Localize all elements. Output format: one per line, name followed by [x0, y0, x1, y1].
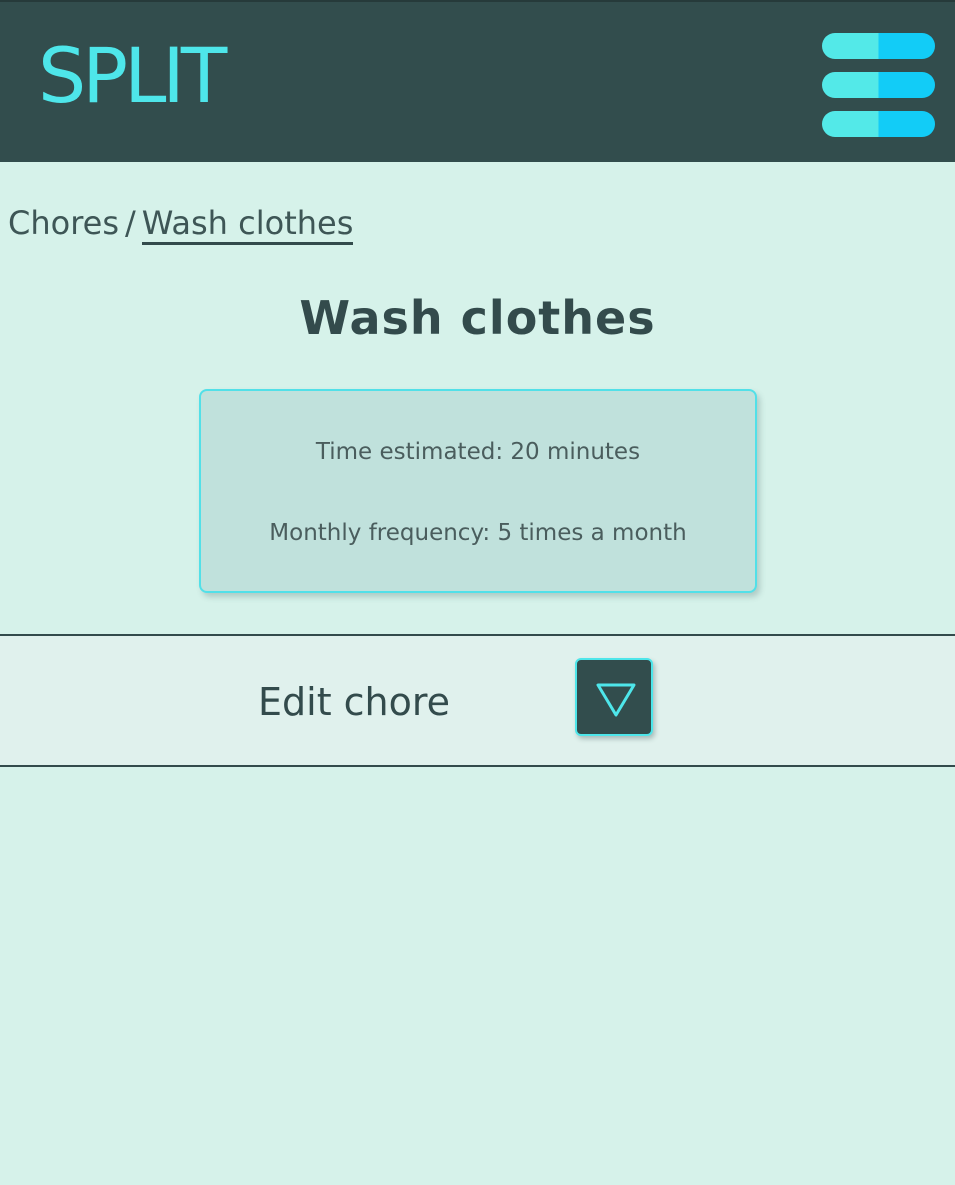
- breadcrumb: Chores / Wash clothes: [8, 203, 354, 245]
- page-title: Wash clothes: [299, 291, 656, 345]
- menu-bar-bottom: [822, 111, 935, 137]
- edit-chore-toggle-button[interactable]: [575, 658, 653, 736]
- hamburger-menu-icon[interactable]: [822, 33, 936, 137]
- edit-chore-section[interactable]: Edit chore: [0, 634, 955, 767]
- monthly-frequency-text: Monthly frequency: 5 times a month: [269, 520, 687, 546]
- app-root: SPLIT Chores / Wash clothes Wash clothes T…: [0, 0, 955, 1185]
- triangle-down-icon: [596, 683, 636, 717]
- menu-bar-middle: [822, 72, 935, 98]
- breadcrumb-current: Wash clothes: [141, 205, 354, 245]
- edit-chore-label: Edit chore: [258, 680, 451, 724]
- time-estimated-text: Time estimated: 20 minutes: [315, 439, 641, 465]
- app-logo[interactable]: SPLIT: [38, 38, 227, 114]
- breadcrumb-chores-link[interactable]: Chores: [8, 204, 119, 242]
- menu-bar-top: [822, 33, 935, 59]
- app-header: SPLIT: [0, 0, 955, 162]
- breadcrumb-separator: /: [125, 204, 136, 242]
- chore-details-card: Time estimated: 20 minutes Monthly frequ…: [199, 389, 757, 593]
